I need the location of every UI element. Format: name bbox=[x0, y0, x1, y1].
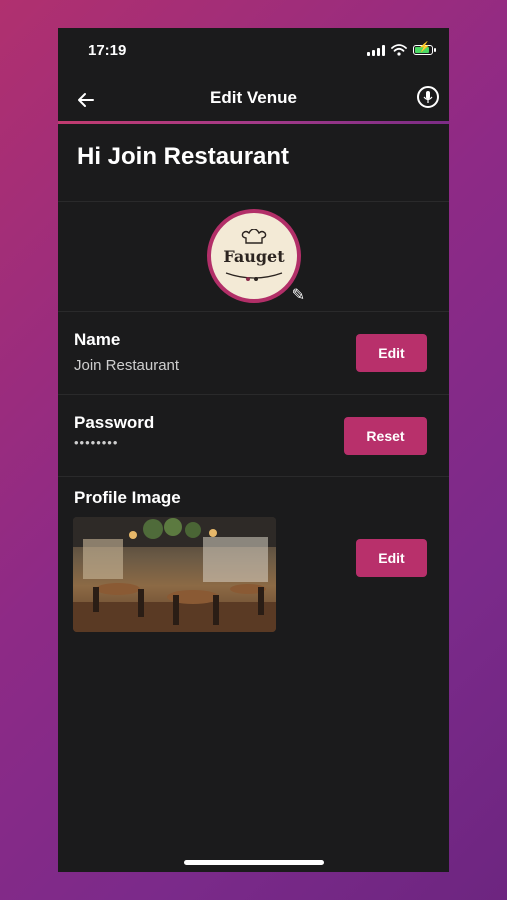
phone-screen: 17:19 ⚡ Edit Venue Hi Join Restaurant Fa… bbox=[58, 28, 449, 872]
name-label: Name bbox=[74, 330, 121, 349]
edit-name-button[interactable]: Edit bbox=[356, 334, 427, 372]
edit-pencil-icon[interactable]: ✎ bbox=[292, 285, 305, 305]
section-divider bbox=[58, 394, 449, 395]
status-bar: 17:19 ⚡ bbox=[58, 28, 449, 72]
cellular-signal-icon bbox=[367, 44, 385, 56]
venue-logo-image: Fauget bbox=[207, 209, 301, 303]
page-title: Edit Venue bbox=[210, 88, 297, 107]
home-indicator[interactable] bbox=[184, 860, 324, 865]
password-value: •••••••• bbox=[74, 435, 119, 450]
password-label: Password bbox=[74, 413, 155, 432]
logo-swash-icon bbox=[225, 272, 283, 281]
top-navigation-bar: Edit Venue bbox=[58, 80, 449, 120]
battery-charging-icon: ⚡ bbox=[413, 43, 436, 55]
microphone-icon[interactable] bbox=[417, 86, 439, 108]
section-divider bbox=[58, 476, 449, 477]
edit-profile-image-button[interactable]: Edit bbox=[356, 539, 427, 577]
reset-password-button[interactable]: Reset bbox=[344, 417, 427, 455]
status-time: 17:19 bbox=[88, 42, 127, 59]
name-value: Join Restaurant bbox=[74, 357, 180, 374]
venue-logo-avatar[interactable]: Fauget ✎ bbox=[207, 209, 305, 304]
section-divider bbox=[58, 311, 449, 312]
profile-image-label: Profile Image bbox=[74, 488, 181, 507]
greeting-heading: Hi Join Restaurant bbox=[77, 143, 290, 170]
wifi-icon bbox=[391, 44, 407, 56]
profile-image-photo bbox=[73, 517, 276, 632]
venue-logo-text: Fauget bbox=[223, 247, 285, 266]
section-divider bbox=[58, 201, 449, 202]
status-icons: ⚡ bbox=[367, 43, 436, 56]
header-divider bbox=[58, 121, 449, 124]
chef-hat-icon bbox=[241, 229, 267, 244]
